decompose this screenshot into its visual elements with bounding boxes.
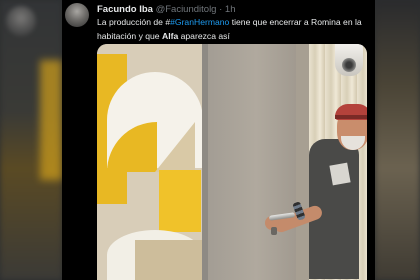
backdrop-right	[375, 0, 420, 280]
tweet-text-bold: Alfa	[161, 30, 179, 41]
backdrop-yellow-blur	[40, 60, 62, 180]
hashtag-link[interactable]: #GranHermano	[170, 17, 229, 27]
tweet-text: La producción de ##GranHermano tiene que…	[97, 16, 367, 43]
tweet-card: Facundo Iba @Faciunditolg · 1h La produc…	[62, 0, 375, 280]
author-handle[interactable]: @Faciunditolg	[156, 4, 217, 15]
backdrop-avatar-blur	[6, 6, 36, 36]
separator-dot: ·	[219, 4, 223, 15]
tweet-timestamp[interactable]: 1h	[225, 4, 236, 15]
tweet-text-part-3: aparezca así	[178, 30, 230, 41]
tweet-header: Facundo Iba @Faciunditolg · 1h	[97, 4, 236, 15]
author-name[interactable]: Facundo Iba	[97, 4, 153, 15]
man-figure	[247, 84, 367, 280]
door-lock	[271, 227, 277, 235]
camera-lens	[342, 58, 356, 72]
avatar[interactable]	[65, 3, 89, 27]
patterned-wall	[97, 44, 205, 280]
tweet-text-part-1: La producción de #	[97, 17, 171, 27]
tweet-media-image[interactable]	[97, 44, 367, 280]
